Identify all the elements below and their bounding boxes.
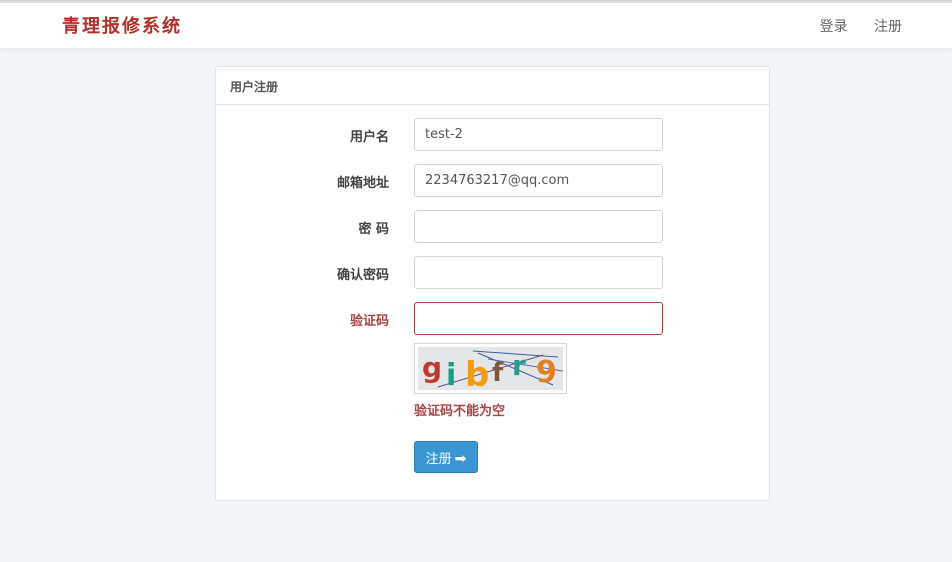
svg-text:g: g bbox=[422, 351, 442, 384]
panel-title: 用户注册 bbox=[216, 67, 769, 105]
login-link[interactable]: 登录 bbox=[820, 19, 848, 35]
captcha-label: 验证码 bbox=[349, 314, 389, 329]
username-input[interactable] bbox=[414, 118, 663, 151]
email-input[interactable] bbox=[414, 164, 663, 197]
navbar: 青理报修系统 登录 注册 bbox=[0, 3, 952, 48]
captcha-image[interactable]: g i b f r 9 bbox=[414, 343, 567, 394]
captcha-graphic: g i b f r 9 bbox=[418, 347, 563, 390]
confirm-password-input[interactable] bbox=[414, 256, 663, 289]
password-input[interactable] bbox=[414, 210, 663, 243]
email-label: 邮箱地址 bbox=[336, 176, 389, 191]
username-label: 用户名 bbox=[349, 130, 389, 145]
svg-text:f: f bbox=[492, 358, 504, 388]
brand-logo[interactable]: 青理报修系统 bbox=[62, 12, 182, 38]
password-label: 密 码 bbox=[358, 222, 389, 237]
register-link[interactable]: 注册 bbox=[874, 19, 902, 35]
arrow-right-icon: ➡ bbox=[454, 450, 467, 467]
password-row: 密 码 bbox=[216, 210, 771, 243]
svg-text:9: 9 bbox=[536, 355, 557, 390]
register-submit-label: 注册 bbox=[425, 451, 452, 467]
svg-text:i: i bbox=[446, 358, 456, 390]
confirm-password-label: 确认密码 bbox=[336, 268, 389, 283]
confirm-password-row: 确认密码 bbox=[216, 256, 771, 289]
email-row: 邮箱地址 bbox=[216, 164, 771, 197]
svg-text:r: r bbox=[512, 349, 526, 382]
username-row: 用户名 bbox=[216, 118, 771, 151]
register-submit-button[interactable]: 注册 ➡ bbox=[414, 441, 478, 473]
register-panel: 用户注册 用户名 邮箱地址 密 码 确认密码 验证码 g i b f bbox=[215, 66, 770, 501]
svg-text:b: b bbox=[465, 355, 489, 390]
captcha-row: 验证码 bbox=[216, 302, 771, 335]
captcha-error-message: 验证码不能为空 bbox=[414, 404, 506, 419]
captcha-input[interactable] bbox=[414, 302, 663, 335]
nav-links: 登录 注册 bbox=[798, 16, 902, 36]
